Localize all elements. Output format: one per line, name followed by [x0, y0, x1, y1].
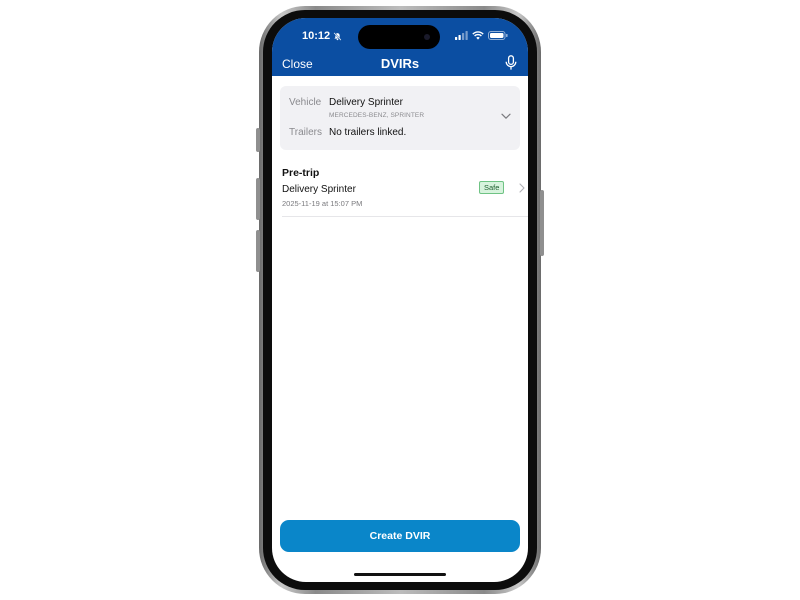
chevron-down-icon[interactable] — [501, 113, 511, 120]
camera-dot — [424, 34, 430, 40]
status-icons — [455, 31, 508, 40]
vehicle-name: Delivery Sprinter — [329, 97, 403, 108]
battery-icon — [488, 31, 508, 40]
power-button — [540, 190, 544, 256]
action-button — [256, 128, 260, 152]
trailers-value: No trailers linked. — [329, 127, 407, 138]
status-badge: Safe — [479, 181, 505, 194]
create-dvir-button[interactable]: Create DVIR — [280, 520, 520, 552]
vehicle-make-model: MERCEDES-BENZ, SPRINTER — [329, 112, 425, 119]
phone-screen: 10:12 Close DVIRs Vehicle Delivery Sprin… — [272, 18, 528, 582]
vehicle-label: Vehicle — [289, 97, 322, 108]
status-time: 10:12 — [302, 30, 342, 42]
vehicle-card[interactable]: Vehicle Delivery Sprinter MERCEDES-BENZ,… — [280, 86, 520, 150]
dynamic-island — [358, 25, 440, 49]
dvir-list-item[interactable]: Pre-trip Delivery Sprinter 2025-11-19 at… — [282, 164, 528, 217]
dvir-type: Pre-trip — [282, 167, 320, 179]
home-indicator[interactable] — [354, 573, 446, 576]
chevron-right-icon — [519, 183, 525, 193]
wifi-icon — [472, 31, 484, 40]
volume-down-button — [256, 230, 260, 272]
page-title: DVIRs — [380, 56, 420, 71]
dvir-vehicle: Delivery Sprinter — [282, 184, 356, 195]
trailers-label: Trailers — [289, 127, 322, 138]
status-time-text: 10:12 — [302, 30, 331, 42]
volume-up-button — [256, 178, 260, 220]
app-header: 10:12 Close DVIRs — [272, 18, 528, 76]
signal-icon — [455, 31, 468, 40]
dvir-datetime: 2025-11-19 at 15:07 PM — [282, 199, 363, 208]
bell-slash-icon — [333, 31, 342, 41]
microphone-icon[interactable] — [504, 55, 518, 71]
